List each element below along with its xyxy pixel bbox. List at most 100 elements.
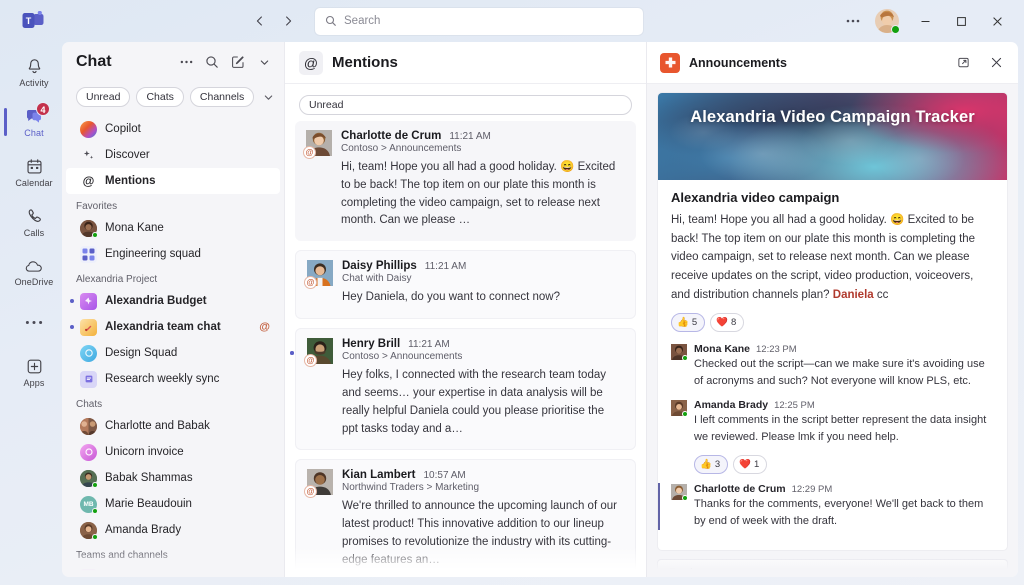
phone-icon xyxy=(25,207,44,226)
sidebar-item-apps[interactable]: Apps xyxy=(9,348,59,396)
mention-path: Contoso > Announcements xyxy=(341,143,462,154)
filter-pill-channels[interactable]: Channels xyxy=(189,87,255,107)
unread-indicator xyxy=(70,325,74,329)
list-item-mona-kane[interactable]: Mona Kane xyxy=(66,215,280,241)
presence-indicator xyxy=(682,355,688,362)
reply-author: Mona Kane xyxy=(694,343,751,356)
search-input[interactable]: Search xyxy=(315,7,643,35)
list-item-label: Mona Kane xyxy=(105,222,164,234)
announcement-icon xyxy=(660,52,680,73)
list-item-label: Amanda Brady xyxy=(105,524,182,536)
mention-card[interactable]: @ Charlotte de Crum 11:21 AM Contoso > A… xyxy=(295,121,636,242)
mention-author: Charlotte de Crum xyxy=(341,130,442,142)
new-chat-compose-icon[interactable] xyxy=(226,50,250,74)
list-item-mentions[interactable]: @ Mentions xyxy=(66,168,280,194)
list-item-unicorn-invoice[interactable]: Unicorn invoice xyxy=(66,439,280,465)
group-avatar xyxy=(80,292,97,310)
settings-and-more-button[interactable] xyxy=(840,8,866,34)
mention-path: Northwind Traders > Marketing xyxy=(342,482,480,494)
post-mention[interactable]: Daniela xyxy=(833,289,874,301)
list-item-engineering-squad[interactable]: Engineering squad xyxy=(66,241,280,267)
reaction-thumbsup[interactable]: 👍 3 xyxy=(694,455,729,475)
popout-icon[interactable] xyxy=(951,51,975,75)
filter-pill-unread[interactable]: Unread xyxy=(299,95,632,115)
at-icon: @ xyxy=(299,50,323,75)
mentions-list: @ Charlotte de Crum 11:21 AM Contoso > A… xyxy=(285,121,646,577)
reply-item[interactable]: Mona Kane 12:23 PM Checked out the scrip… xyxy=(671,343,994,390)
replies-list: Mona Kane 12:23 PM Checked out the scrip… xyxy=(658,343,1007,550)
forward-button[interactable] xyxy=(275,8,301,34)
thumbsup-icon: 👍 xyxy=(677,317,689,329)
list-item-copilot[interactable]: Copilot xyxy=(66,116,280,142)
unread-indicator xyxy=(290,351,294,355)
chat-more-options-button[interactable] xyxy=(174,50,198,74)
minimize-button[interactable] xyxy=(908,6,942,36)
filter-pill-unread[interactable]: Unread xyxy=(76,87,131,107)
chat-search-icon[interactable] xyxy=(200,50,224,74)
mentions-filter-row: Unread xyxy=(285,84,646,121)
sidebar-item-chat[interactable]: 4 Chat xyxy=(4,98,59,146)
mention-author: Kian Lambert xyxy=(342,469,416,482)
post-text-before: Hi, team! Hope you all had a good holida… xyxy=(671,214,976,301)
reaction-heart[interactable]: ❤️ 1 xyxy=(733,455,768,475)
mention-card-body: Henry Brill 11:21 AM Contoso > Announcem… xyxy=(342,338,623,438)
reply-body: Mona Kane 12:23 PM Checked out the scrip… xyxy=(694,343,994,390)
cloud-icon xyxy=(24,258,44,275)
list-item-label: Mentions xyxy=(105,175,156,187)
teams-window: T Search Activity 4 Chat Calendar Calls … xyxy=(0,0,1024,585)
list-item-amanda-brady[interactable]: Amanda Brady xyxy=(66,517,280,543)
list-item-label: Babak Shammas xyxy=(105,472,193,484)
chat-list: Copilot Discover @ Mentions Favorites Mo… xyxy=(62,116,284,577)
list-item-alexandria-budget[interactable]: Alexandria Budget xyxy=(66,288,280,314)
team-avatar xyxy=(80,568,97,577)
teams-logo-icon: T xyxy=(20,8,46,34)
window-controls-group xyxy=(840,6,1020,36)
sidebar-item-more[interactable] xyxy=(9,298,59,346)
list-item-discover[interactable]: Discover xyxy=(66,142,280,168)
reaction-thumbsup[interactable]: 👍 5 xyxy=(671,313,706,333)
sidebar-item-label: Calendar xyxy=(15,177,53,188)
mention-card[interactable]: @ Henry Brill 11:21 AM Contoso > Announc… xyxy=(290,328,636,451)
list-item-research-weekly-sync[interactable]: Research weekly sync xyxy=(66,366,280,392)
nav-arrows xyxy=(247,8,301,34)
group-header-favorites: Favorites xyxy=(76,201,118,212)
close-button[interactable] xyxy=(980,6,1014,36)
reply-item[interactable]: Charlotte de Crum 12:29 PM Thanks for th… xyxy=(658,483,994,531)
mention-text: Hey folks, I connected with the research… xyxy=(342,369,606,435)
mention-author: Daisy Phillips xyxy=(342,260,417,273)
list-item-alexandria-team-chat[interactable]: Alexandria team chat @ xyxy=(66,314,280,340)
list-item-charlotte-and-babak[interactable]: Charlotte and Babak xyxy=(66,413,280,439)
list-item-marie-beaudouin[interactable]: MB Marie Beaudouin xyxy=(66,491,280,517)
close-icon[interactable] xyxy=(984,51,1008,75)
maximize-button[interactable] xyxy=(944,6,978,36)
avatar[interactable] xyxy=(875,9,900,34)
reply-item[interactable]: Amanda Brady 12:25 PM I left comments in… xyxy=(671,399,994,475)
reaction-count: 8 xyxy=(730,317,737,329)
reply-composer[interactable]: Reply xyxy=(657,559,1008,577)
announcements-content: Alexandria Video Campaign Tracker Alexan… xyxy=(647,84,1018,577)
post-banner-image: Alexandria Video Campaign Tracker xyxy=(658,93,1007,180)
mention-path: Chat with Daisy xyxy=(342,273,412,285)
list-item-design-squad[interactable]: Design Squad xyxy=(66,340,280,366)
list-item-label: Engineering squad xyxy=(105,248,201,260)
sidebar-item-onedrive[interactable]: OneDrive xyxy=(9,248,59,296)
mention-card-top: Charlotte de Crum 11:21 AM xyxy=(341,130,624,142)
reply-top: Mona Kane 12:23 PM xyxy=(694,343,994,355)
chevron-down-icon[interactable] xyxy=(252,50,276,74)
sidebar-item-calendar[interactable]: Calendar xyxy=(9,148,59,196)
reply-time: 12:23 PM xyxy=(756,344,797,356)
sidebar-item-activity[interactable]: Activity xyxy=(9,48,59,96)
filter-chevron-down-icon[interactable] xyxy=(260,85,276,109)
avatar: @ xyxy=(304,469,333,499)
mention-card[interactable]: @ Kian Lambert 10:57 AM Northwind Trader… xyxy=(295,459,636,577)
sidebar-item-calls[interactable]: Calls xyxy=(9,198,59,246)
reaction-heart[interactable]: ❤️ 8 xyxy=(710,313,745,333)
list-item-vnext[interactable]: vNext xyxy=(66,564,280,577)
banner-title: Alexandria Video Campaign Tracker xyxy=(690,108,975,126)
avatar: @ xyxy=(304,260,333,290)
app-body: Activity 4 Chat Calendar Calls OneDrive … xyxy=(0,42,1024,585)
back-button[interactable] xyxy=(247,8,273,34)
list-item-babak-shammas[interactable]: Babak Shammas xyxy=(66,465,280,491)
mention-card[interactable]: @ Daisy Phillips 11:21 AM Chat with Dais… xyxy=(295,250,636,320)
filter-pill-chats[interactable]: Chats xyxy=(136,87,184,107)
